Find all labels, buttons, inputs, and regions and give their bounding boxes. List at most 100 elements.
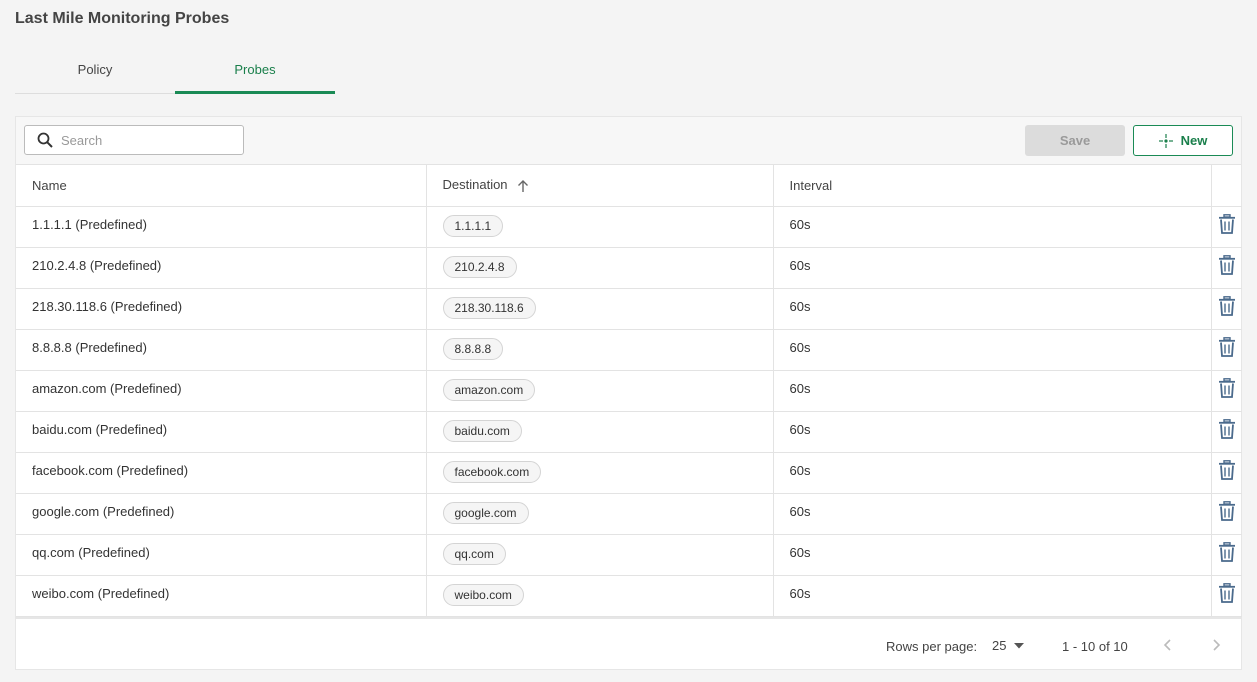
tab-probes[interactable]: Probes bbox=[175, 56, 335, 94]
column-header-interval-label: Interval bbox=[789, 177, 833, 193]
destination-chip: 1.1.1.1 bbox=[442, 214, 504, 237]
cell-name: 218.30.118.6 (Predefined) bbox=[16, 288, 427, 330]
toolbar: Save New bbox=[16, 117, 1241, 165]
trash-icon[interactable] bbox=[1218, 582, 1236, 603]
cell-name: google.com (Predefined) bbox=[16, 493, 427, 535]
cell-interval: 60s bbox=[773, 247, 1212, 289]
column-header-name[interactable]: Name bbox=[16, 165, 427, 207]
cell-interval: 60s bbox=[773, 452, 1212, 494]
cell-interval: 60s bbox=[773, 370, 1212, 412]
trash-icon[interactable] bbox=[1218, 336, 1236, 357]
cell-interval: 60s bbox=[773, 206, 1212, 248]
destination-chip: baidu.com bbox=[442, 419, 522, 442]
cell-actions bbox=[1211, 329, 1242, 371]
cell-destination: facebook.com bbox=[426, 452, 774, 494]
cell-name: 8.8.8.8 (Predefined) bbox=[16, 329, 427, 371]
destination-chip: 8.8.8.8 bbox=[442, 337, 504, 360]
save-button[interactable]: Save bbox=[1025, 125, 1125, 156]
cell-interval: 60s bbox=[773, 575, 1212, 617]
trash-icon[interactable] bbox=[1218, 541, 1236, 562]
cell-actions bbox=[1211, 370, 1242, 412]
cell-interval: 60s bbox=[773, 329, 1212, 371]
page-title: Last Mile Monitoring Probes bbox=[15, 10, 230, 27]
cell-interval: 60s bbox=[773, 288, 1212, 330]
cell-destination: weibo.com bbox=[426, 575, 774, 617]
trash-icon[interactable] bbox=[1218, 254, 1236, 275]
cell-actions bbox=[1211, 206, 1242, 248]
cell-name: 1.1.1.1 (Predefined) bbox=[16, 206, 427, 248]
trash-icon[interactable] bbox=[1218, 295, 1236, 316]
cell-destination: 210.2.4.8 bbox=[426, 247, 774, 289]
new-button[interactable]: New bbox=[1133, 125, 1233, 156]
destination-chip: 210.2.4.8 bbox=[442, 255, 517, 278]
search-box[interactable] bbox=[24, 125, 244, 155]
table-row[interactable]: weibo.com (Predefined) weibo.com 60s bbox=[16, 575, 1242, 617]
table-row[interactable]: 218.30.118.6 (Predefined) 218.30.118.6 60s bbox=[16, 288, 1242, 330]
column-header-actions bbox=[1211, 165, 1242, 207]
column-header-destination-label: Destination bbox=[442, 177, 508, 193]
destination-chip: amazon.com bbox=[442, 378, 536, 401]
table-row[interactable]: 1.1.1.1 (Predefined) 1.1.1.1 60s bbox=[16, 206, 1242, 248]
column-header-destination[interactable]: Destination bbox=[426, 165, 774, 207]
probes-table: Name Destination Interval 1.1.1.1 (Prede… bbox=[16, 165, 1242, 617]
table-header-row: Name Destination Interval bbox=[16, 165, 1242, 207]
cell-actions bbox=[1211, 288, 1242, 330]
cell-destination: google.com bbox=[426, 493, 774, 535]
tab-policy[interactable]: Policy bbox=[15, 56, 175, 94]
cell-destination: qq.com bbox=[426, 534, 774, 576]
destination-chip: google.com bbox=[442, 501, 529, 524]
cell-actions bbox=[1211, 534, 1242, 576]
crosshair-icon bbox=[1158, 133, 1173, 148]
destination-chip: weibo.com bbox=[442, 583, 524, 606]
column-header-interval[interactable]: Interval bbox=[773, 165, 1212, 207]
rows-per-page-value: 25 bbox=[992, 638, 1007, 653]
cell-actions bbox=[1211, 247, 1242, 289]
table-row[interactable]: google.com (Predefined) google.com 60s bbox=[16, 493, 1242, 535]
pagination-range: 1 - 10 of 10 bbox=[1062, 639, 1128, 654]
cell-actions bbox=[1211, 575, 1242, 617]
column-header-name-label: Name bbox=[32, 177, 67, 193]
table-row[interactable]: amazon.com (Predefined) amazon.com 60s bbox=[16, 370, 1242, 412]
cell-actions bbox=[1211, 493, 1242, 535]
probes-panel: Save New Name Destination bbox=[15, 116, 1242, 670]
cell-destination: 218.30.118.6 bbox=[426, 288, 774, 330]
cell-destination: baidu.com bbox=[426, 411, 774, 453]
destination-chip: qq.com bbox=[442, 542, 506, 565]
cell-name: baidu.com (Predefined) bbox=[16, 411, 427, 453]
cell-interval: 60s bbox=[773, 493, 1212, 535]
cell-actions bbox=[1211, 411, 1242, 453]
arrow-up-icon[interactable] bbox=[517, 179, 529, 193]
cell-destination: 1.1.1.1 bbox=[426, 206, 774, 248]
chevron-left-icon[interactable] bbox=[1160, 637, 1176, 653]
table-row[interactable]: 210.2.4.8 (Predefined) 210.2.4.8 60s bbox=[16, 247, 1242, 289]
table-row[interactable]: baidu.com (Predefined) baidu.com 60s bbox=[16, 411, 1242, 453]
search-icon bbox=[37, 132, 53, 148]
destination-chip: 218.30.118.6 bbox=[442, 296, 536, 319]
chevron-right-icon[interactable] bbox=[1208, 637, 1224, 653]
cell-interval: 60s bbox=[773, 534, 1212, 576]
rows-per-page-select[interactable]: 25 bbox=[992, 638, 1025, 653]
cell-name: weibo.com (Predefined) bbox=[16, 575, 427, 617]
trash-icon[interactable] bbox=[1218, 213, 1236, 234]
rows-per-page-label: Rows per page: bbox=[886, 639, 978, 654]
table-row[interactable]: 8.8.8.8 (Predefined) 8.8.8.8 60s bbox=[16, 329, 1242, 371]
cell-destination: amazon.com bbox=[426, 370, 774, 412]
cell-destination: 8.8.8.8 bbox=[426, 329, 774, 371]
trash-icon[interactable] bbox=[1218, 500, 1236, 521]
cell-name: qq.com (Predefined) bbox=[16, 534, 427, 576]
caret-down-icon bbox=[1014, 642, 1025, 648]
cell-name: facebook.com (Predefined) bbox=[16, 452, 427, 494]
table-row[interactable]: facebook.com (Predefined) facebook.com 60s bbox=[16, 452, 1242, 494]
cell-name: amazon.com (Predefined) bbox=[16, 370, 427, 412]
cell-name: 210.2.4.8 (Predefined) bbox=[16, 247, 427, 289]
cell-actions bbox=[1211, 452, 1242, 494]
trash-icon[interactable] bbox=[1218, 418, 1236, 439]
trash-icon[interactable] bbox=[1218, 377, 1236, 398]
table-row[interactable]: qq.com (Predefined) qq.com 60s bbox=[16, 534, 1242, 576]
cell-interval: 60s bbox=[773, 411, 1212, 453]
search-input[interactable] bbox=[61, 132, 231, 148]
tab-bar: Policy Probes bbox=[15, 56, 335, 94]
new-button-label: New bbox=[1180, 133, 1208, 148]
pagination-bar: Rows per page: 25 1 - 10 of 10 bbox=[16, 617, 1242, 670]
trash-icon[interactable] bbox=[1218, 459, 1236, 480]
